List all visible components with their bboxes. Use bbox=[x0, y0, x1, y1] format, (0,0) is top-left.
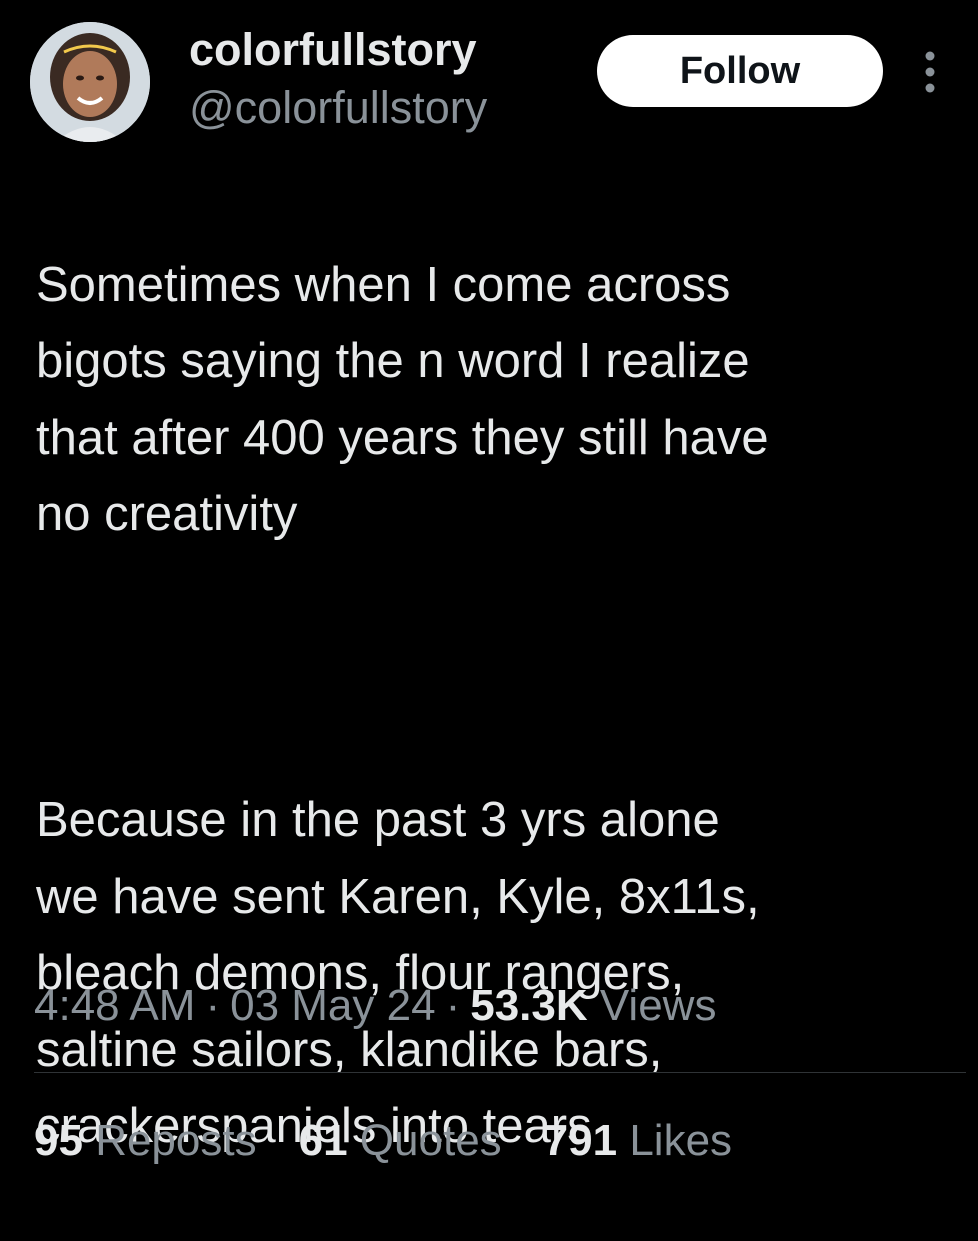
meta-separator: · bbox=[445, 981, 461, 1030]
views-count: 53.3K bbox=[470, 981, 588, 1030]
views-label: Views bbox=[599, 981, 717, 1030]
quotes-count: 61 bbox=[298, 1116, 348, 1165]
tweet-time[interactable]: 4:48 AM bbox=[34, 981, 195, 1030]
likes-label: Likes bbox=[629, 1116, 733, 1165]
follow-button[interactable]: Follow bbox=[597, 35, 883, 107]
tweet-paragraph-1: Sometimes when I come across bigots sayi… bbox=[36, 257, 769, 542]
quotes-stat[interactable]: 61 Quotes bbox=[299, 1113, 502, 1169]
tweet-paragraph-2: Because in the past 3 yrs alone we have … bbox=[36, 793, 760, 1153]
engagement-stats: 95 Reposts 61 Quotes 791 Likes bbox=[34, 1113, 732, 1169]
reposts-stat[interactable]: 95 Reposts bbox=[34, 1113, 257, 1169]
quotes-label: Quotes bbox=[359, 1116, 502, 1165]
avatar[interactable] bbox=[30, 22, 150, 142]
more-dots-vertical-icon[interactable] bbox=[916, 48, 944, 96]
reposts-label: Reposts bbox=[95, 1116, 257, 1165]
tweet-meta: 4:48 AM · 03 May 24 · 53.3K Views bbox=[34, 978, 716, 1034]
meta-separator: · bbox=[205, 981, 221, 1030]
likes-stat[interactable]: 791 Likes bbox=[544, 1113, 732, 1169]
divider bbox=[34, 1072, 966, 1073]
likes-count: 791 bbox=[543, 1116, 618, 1165]
author-display-name[interactable]: colorfullstory bbox=[189, 22, 477, 78]
avatar-photo bbox=[30, 22, 150, 142]
reposts-count: 95 bbox=[34, 1116, 83, 1165]
tweet-text: Sometimes when I come across bigots sayi… bbox=[36, 170, 966, 1241]
tweet-date[interactable]: 03 May 24 bbox=[230, 981, 435, 1030]
author-handle[interactable]: @colorfullstory bbox=[189, 80, 487, 136]
